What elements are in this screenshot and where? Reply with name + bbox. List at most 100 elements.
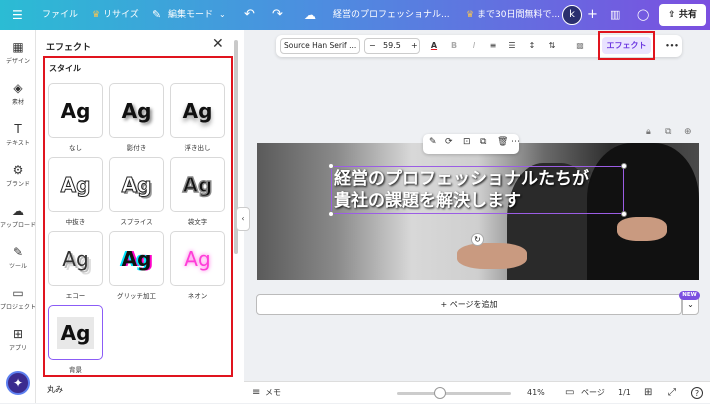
duplicate-icon[interactable]: ⧉	[480, 137, 486, 147]
rail-item-elements[interactable]: ◈ 素材	[0, 81, 36, 106]
fullscreen-icon[interactable]: ⤢	[668, 382, 676, 404]
pages-button[interactable]: ページ	[581, 382, 605, 404]
add-page-button[interactable]: + ページを追加	[256, 294, 682, 315]
comment-icon[interactable]: ◯	[637, 0, 649, 30]
trash-icon[interactable]: 🗑︎	[497, 137, 508, 147]
style-none-tile[interactable]: Ag	[48, 83, 103, 138]
resize-handle[interactable]	[621, 163, 627, 169]
redo-icon[interactable]: ↷	[272, 0, 283, 30]
panel-title: エフェクト	[46, 43, 92, 53]
share-button[interactable]: ⇪ 共有	[659, 4, 706, 26]
page-count: 1/1	[618, 388, 631, 397]
style-label: 中抜き	[65, 218, 86, 226]
line-spacing-icon[interactable]: ↕	[526, 35, 538, 57]
style-sample: Ag	[182, 172, 213, 198]
font-size-value[interactable]: 59.5	[383, 39, 401, 53]
style-sample: Ag	[60, 98, 91, 123]
rail-item-tools[interactable]: ✎ ツール	[0, 245, 36, 270]
style-label: 浮き出し	[184, 144, 211, 152]
text-color-icon[interactable]: A	[428, 35, 440, 57]
style-glitch-tile[interactable]: Ag	[109, 231, 164, 286]
round-section-label: 丸み	[47, 385, 63, 394]
headline-text[interactable]: 経営のプロフェッショナルたちが 貴社の課題を解決します	[334, 168, 589, 212]
rail-item-upload[interactable]: ☁ アップロード	[0, 204, 36, 229]
magic-sparkle-icon[interactable]: ✦	[6, 371, 30, 395]
style-label: スプライス	[120, 218, 153, 226]
style-sample: Ag	[62, 246, 89, 271]
collapse-panel-button[interactable]: ‹	[236, 207, 250, 231]
avatar[interactable]: k	[562, 5, 582, 25]
notes-button[interactable]: メモ	[265, 382, 281, 404]
more-icon[interactable]: ⋯	[511, 137, 520, 147]
plus-icon[interactable]: +	[587, 0, 598, 30]
lock-icon[interactable]: 🔒︎	[646, 127, 651, 137]
group-icon[interactable]: ⊡	[463, 137, 471, 147]
zoom-slider[interactable]	[397, 392, 511, 395]
resize-handle[interactable]	[621, 211, 627, 217]
style-lift-tile[interactable]: Ag	[170, 83, 225, 138]
help-button[interactable]: ?	[691, 387, 703, 399]
edit-mode-menu[interactable]: 編集モード	[168, 0, 213, 30]
grid-view-icon[interactable]: ⊞	[644, 382, 652, 404]
decrease-size-button[interactable]: −	[369, 39, 376, 53]
rail-item-design[interactable]: ▦ デザイン	[0, 40, 36, 65]
style-hollow-tile[interactable]: Ag	[48, 157, 103, 212]
font-family-select[interactable]: Source Han Serif ...	[280, 38, 360, 54]
background-hand	[457, 243, 527, 269]
style-sample: Ag	[121, 172, 152, 197]
trial-link[interactable]: まで30日間無料で...	[477, 0, 560, 30]
style-label: 背景	[69, 366, 82, 374]
undo-icon[interactable]: ↶	[244, 0, 255, 30]
crown-icon: ♛	[466, 10, 475, 20]
italic-button[interactable]: I	[468, 35, 480, 57]
resize-menu[interactable]: リサイズ	[103, 0, 139, 30]
vertical-text-icon[interactable]: ⇅	[546, 35, 558, 57]
style-echo-tile[interactable]: Ag	[48, 231, 103, 286]
font-size-stepper[interactable]: − 59.5 +	[364, 38, 420, 54]
align-left-icon[interactable]: ≡	[487, 35, 499, 57]
folder-icon: ▭	[12, 286, 24, 300]
top-bar: ☰ ファイル ♛ リサイズ ✎ 編集モード ⌄ ↶ ↷ ☁ 経営のプロフェッショ…	[0, 0, 710, 30]
style-sample: Ag	[184, 246, 211, 271]
close-icon[interactable]: ✕	[212, 36, 224, 52]
zoom-slider-knob[interactable]	[434, 387, 446, 399]
rotate-icon[interactable]: ⟳	[445, 137, 453, 147]
chevron-down-icon[interactable]: ⌄	[219, 0, 226, 30]
style-background-tile[interactable]: Ag	[48, 305, 103, 360]
apps-icon: ⊞	[12, 327, 24, 341]
style-label: 影付き	[126, 144, 147, 152]
style-neon-tile[interactable]: Ag	[170, 231, 225, 286]
magic-edit-icon[interactable]: ✎	[429, 137, 437, 147]
duplicate-page-icon[interactable]: ⧉	[665, 127, 671, 137]
text-icon: T	[14, 122, 22, 136]
style-sample: Ag	[182, 98, 213, 123]
rail-item-text[interactable]: T テキスト	[0, 122, 36, 147]
rail-item-projects[interactable]: ▭ プロジェクト	[0, 286, 36, 311]
notes-icon[interactable]: ≡	[252, 382, 260, 404]
more-options-icon[interactable]: •••	[664, 35, 680, 57]
document-title[interactable]: 経営のプロフェッショナル...	[333, 0, 450, 30]
rail-item-brand[interactable]: ⚙ ブランド	[0, 163, 36, 188]
cloud-sync-icon[interactable]: ☁	[304, 0, 316, 30]
hamburger-icon[interactable]: ☰	[12, 0, 23, 30]
effect-button[interactable]: エフェクト	[602, 37, 651, 54]
pages-icon[interactable]: ▭	[565, 382, 574, 404]
rotate-handle-icon[interactable]: ↻	[471, 233, 484, 246]
transparency-icon[interactable]: ▩	[574, 35, 586, 57]
crown-icon: ♛	[92, 10, 101, 20]
style-outline-tile[interactable]: Ag	[170, 157, 225, 212]
share-label: 共有	[678, 10, 697, 20]
file-menu[interactable]: ファイル	[42, 0, 78, 30]
increase-size-button[interactable]: +	[411, 39, 418, 53]
style-shadow-tile[interactable]: Ag	[109, 83, 164, 138]
add-page-icon[interactable]: ⊕	[684, 127, 692, 137]
brand-icon: ⚙	[12, 163, 24, 177]
list-icon[interactable]: ☰	[506, 35, 518, 57]
style-splice-tile[interactable]: Ag	[109, 157, 164, 212]
analytics-icon[interactable]: ▥	[610, 0, 620, 30]
rail-item-apps[interactable]: ⊞ アプリ	[0, 327, 36, 352]
bold-button[interactable]: B	[448, 35, 460, 57]
style-label: なし	[69, 144, 82, 152]
headline-line-2: 貴社の課題を解決します	[334, 191, 521, 211]
zoom-value[interactable]: 41%	[527, 382, 545, 404]
